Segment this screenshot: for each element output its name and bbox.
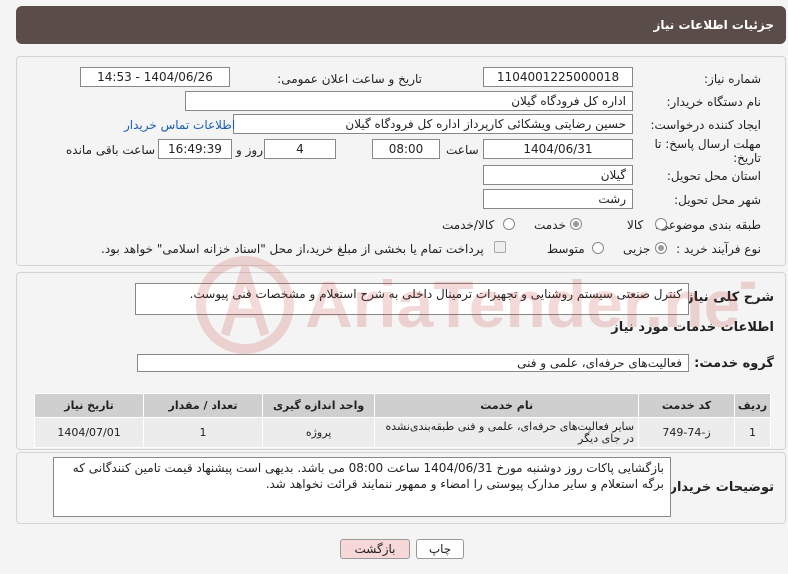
city-field[interactable]: رشت [483, 189, 633, 209]
back-button[interactable]: بازگشت [340, 539, 410, 559]
services-table: ردیف کد خدمت نام خدمت واحد اندازه گیری ت… [33, 393, 771, 448]
process-radio-minor[interactable] [655, 242, 667, 254]
need-info-panel [16, 56, 786, 266]
category-radio-service[interactable] [570, 218, 582, 230]
province-label: استان محل تحویل: [666, 169, 761, 183]
process-radio-medium[interactable] [592, 242, 604, 254]
col-qty: تعداد / مقدار [143, 393, 263, 418]
description-field[interactable]: کنترل صنعتی سیستم روشنایی و تجهیزات ترمی… [135, 283, 689, 315]
col-row: ردیف [734, 393, 771, 418]
process-option-minor: جزیی [623, 242, 651, 256]
payment-checkbox[interactable] [494, 241, 506, 253]
announce-label: تاریخ و ساعت اعلان عمومی: [277, 72, 422, 86]
province-field[interactable]: گیلان [483, 165, 633, 185]
description-label: شرح کلی نیاز: [680, 290, 774, 305]
payment-note: پرداخت تمام یا بخشی از مبلغ خرید،از محل … [101, 242, 484, 256]
announce-field[interactable]: 1404/06/26 - 14:53 [80, 67, 230, 87]
page-title: جزئیات اطلاعات نیاز [653, 18, 774, 32]
service-group-label: گروه خدمت: [694, 356, 774, 371]
cell-date: 1404/07/01 [33, 417, 145, 448]
remaining-label: ساعت باقی مانده [66, 143, 156, 157]
print-button[interactable]: چاپ [416, 539, 464, 559]
category-radio-goods[interactable] [655, 218, 667, 230]
process-option-medium: متوسط [547, 242, 585, 256]
category-option-goods: کالا [627, 218, 644, 232]
days-field[interactable]: 4 [264, 139, 336, 159]
creator-field[interactable]: حسین رضایتی ویشکائی کارپرداز اداره کل فر… [233, 114, 633, 134]
deadline-time-field[interactable]: 08:00 [372, 139, 440, 159]
cell-unit: پروژه [261, 417, 376, 448]
contact-link[interactable]: اطلاعات تماس خریدار [124, 117, 235, 133]
col-name: نام خدمت [374, 393, 640, 418]
col-date: تاریخ نیاز [33, 393, 145, 418]
cell-qty: 1 [143, 417, 263, 448]
deadline-date-field[interactable]: 1404/06/31 [483, 139, 633, 159]
table-row[interactable]: 1 ز-74-749 سایر فعالیت‌های حرفه‌ای، علمی… [33, 417, 771, 448]
time-label: ساعت [446, 143, 479, 157]
process-label: نوع فرآیند خرید : [676, 242, 761, 256]
buyer-notes-label: توضیحات خریدار: [664, 480, 774, 495]
col-unit: واحد اندازه گیری [261, 393, 376, 418]
page-header: جزئیات اطلاعات نیاز [16, 6, 786, 44]
category-option-service: خدمت [534, 218, 566, 232]
cell-code: ز-74-749 [638, 417, 736, 448]
need-number-label: شماره نیاز: [704, 72, 761, 86]
creator-label: ایجاد کننده درخواست: [650, 118, 761, 132]
category-label: طبقه بندی موضوعی: [654, 218, 761, 232]
cell-row: 1 [734, 417, 771, 448]
services-section-title: اطلاعات خدمات مورد نیاز [611, 320, 774, 335]
service-group-field[interactable]: فعالیت‌های حرفه‌ای، علمی و فنی [137, 354, 689, 372]
city-label: شهر محل تحویل: [674, 193, 761, 207]
buyer-org-field[interactable]: اداره کل فرودگاه گیلان [185, 91, 633, 111]
buyer-notes-field[interactable]: بازگشایی پاکات روز دوشنبه مورخ 1404/06/3… [53, 457, 671, 517]
remaining-time-field[interactable]: 16:49:39 [158, 139, 232, 159]
category-radio-goods-service[interactable] [503, 218, 515, 230]
buyer-org-label: نام دستگاه خریدار: [666, 95, 762, 109]
days-label: روز و [236, 143, 263, 157]
category-option-goods-service: کالا/خدمت [442, 218, 495, 232]
need-number-field[interactable]: 1104001225000018 [483, 67, 633, 87]
col-code: کد خدمت [638, 393, 736, 418]
cell-name: سایر فعالیت‌های حرفه‌ای، علمی و فنی طبقه… [374, 417, 640, 448]
deadline-label-date: تاریخ: [733, 151, 761, 165]
